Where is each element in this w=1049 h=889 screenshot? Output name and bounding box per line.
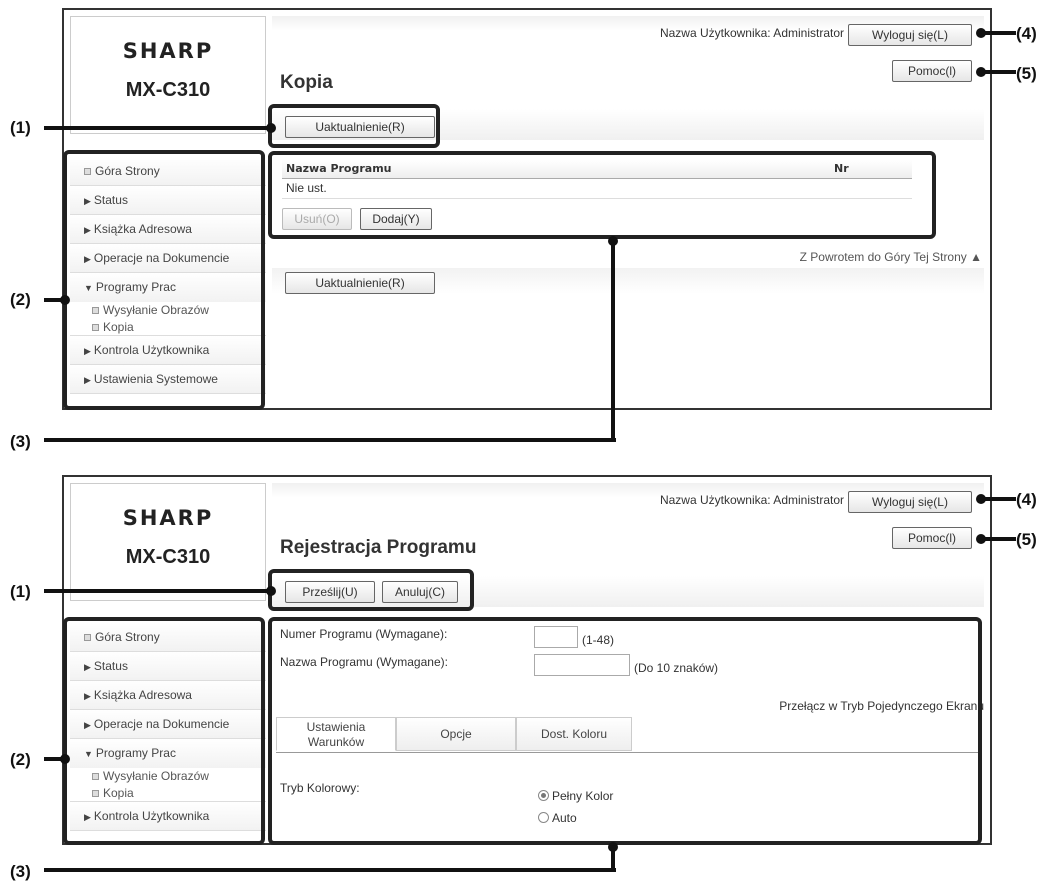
back-to-top-link[interactable]: Z Powrotem do Góry Tej Strony ▲ bbox=[800, 250, 982, 264]
leader-dot bbox=[976, 67, 986, 77]
leader-dot bbox=[976, 534, 986, 544]
page-title: Kopia bbox=[280, 72, 333, 93]
update-button-bottom[interactable]: Uaktualnienie(R) bbox=[285, 272, 435, 294]
leader-dot bbox=[608, 236, 618, 246]
leader-dot bbox=[266, 123, 276, 133]
page-title: Rejestracja Programu bbox=[280, 537, 477, 558]
help-button[interactable]: Pomoc(l) bbox=[892, 60, 972, 82]
logo-box: SHARP MX-C310 bbox=[70, 483, 266, 601]
user-label: Nazwa Użytkownika: Administrator bbox=[659, 26, 844, 40]
callout-4: (4) bbox=[1016, 24, 1037, 43]
leader-line bbox=[44, 589, 272, 593]
leader-line bbox=[44, 126, 272, 130]
callout-1: (1) bbox=[10, 118, 31, 137]
highlight-1-top bbox=[268, 104, 440, 148]
leader-dot bbox=[976, 28, 986, 38]
leader-line bbox=[611, 240, 615, 442]
callout-1: (1) bbox=[10, 582, 31, 601]
leader-line bbox=[44, 438, 616, 442]
sharp-logo: SHARP bbox=[122, 39, 214, 63]
help-button[interactable]: Pomoc(l) bbox=[892, 527, 972, 549]
highlight-3-bottom bbox=[268, 617, 982, 845]
callout-3: (3) bbox=[10, 432, 31, 451]
callout-5: (5) bbox=[1016, 64, 1037, 83]
leader-dot bbox=[266, 586, 276, 596]
leader-dot bbox=[976, 494, 986, 504]
highlight-1-bottom bbox=[268, 569, 474, 611]
model-name: MX-C310 bbox=[125, 79, 211, 101]
callout-2: (2) bbox=[10, 750, 31, 769]
leader-dot bbox=[60, 295, 70, 305]
user-label: Nazwa Użytkownika: Administrator bbox=[659, 493, 844, 507]
logo-box: SHARP MX-C310 bbox=[70, 16, 266, 134]
logout-button[interactable]: Wyloguj się(L) bbox=[848, 24, 972, 46]
callout-2: (2) bbox=[10, 290, 31, 309]
callout-5: (5) bbox=[1016, 530, 1037, 549]
callout-4: (4) bbox=[1016, 490, 1037, 509]
leader-dot bbox=[608, 842, 618, 852]
callout-3: (3) bbox=[10, 862, 31, 881]
sharp-logo: SHARP bbox=[122, 506, 214, 530]
highlight-3-top bbox=[268, 151, 936, 239]
leader-dot bbox=[60, 754, 70, 764]
logout-button[interactable]: Wyloguj się(L) bbox=[848, 491, 972, 513]
highlight-2-top bbox=[63, 150, 265, 410]
model-name: MX-C310 bbox=[125, 546, 211, 568]
highlight-2-bottom bbox=[63, 617, 265, 845]
leader-line bbox=[44, 868, 616, 872]
